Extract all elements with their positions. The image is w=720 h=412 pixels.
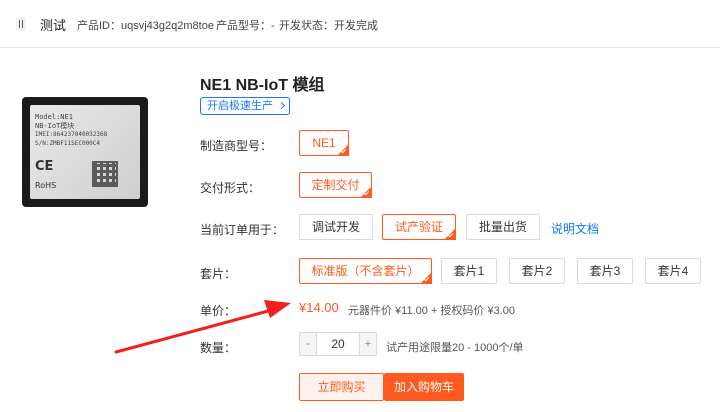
product-image: Model:NE1 NB-IoT模块 IMEI:864237040032368 … [22, 97, 148, 207]
option-debug-dev[interactable]: 调试开发 [299, 214, 373, 240]
add-to-cart-button[interactable]: 加入购物车 [384, 373, 464, 401]
chevron-right-icon [277, 101, 286, 110]
chip-model-text: Model:NE1 [35, 113, 73, 121]
decrement-button[interactable]: - [300, 333, 316, 355]
option-kit-2[interactable]: 套片2 [509, 258, 565, 284]
qr-code-icon [92, 161, 118, 187]
option-ne1[interactable]: NE1 [299, 130, 349, 156]
quantity-stepper: - + [299, 332, 377, 356]
product-id: 产品ID：uqsvj43g2q2m8toe [77, 20, 214, 32]
unit-price: ¥14.00 [299, 300, 339, 315]
quantity-input[interactable] [316, 333, 360, 355]
chip-type-text: NB-IoT模块 [35, 122, 75, 130]
documentation-link[interactable]: 说明文档 [551, 220, 599, 237]
delivery-label: 交付形式： [200, 181, 261, 195]
rohs-mark: RoHS [35, 181, 57, 190]
module-chip: Model:NE1 NB-IoT模块 IMEI:864237040032368 … [30, 105, 140, 199]
app-title: 测试 [40, 18, 67, 33]
manufacturer-model-label: 制造商型号： [200, 139, 273, 153]
order-use-label: 当前订单用于： [200, 223, 285, 237]
top-bar: 测试 产品ID：uqsvj43g2q2m8toe 产品型号：- 开发状态：开发完… [0, 0, 720, 48]
quantity-limit-note: 试产用途限量20 - 1000个/单 [386, 342, 524, 354]
product-title: NE1 NB-IoT 模组 [200, 77, 325, 94]
buy-now-button[interactable]: 立即购买 [299, 373, 384, 401]
fast-production-button[interactable]: 开启极速生产 [200, 97, 290, 115]
product-icon [16, 17, 26, 31]
chip-imei-text: IMEI:864237040032368 [35, 131, 108, 138]
quantity-label: 数量： [200, 341, 237, 355]
option-mass-shipment[interactable]: 批量出货 [466, 214, 540, 240]
product-model: 产品型号：- [216, 20, 275, 32]
price-breakdown: 元器件价 ¥11.00 + 授权码价 ¥3.00 [348, 305, 516, 317]
option-kit-3[interactable]: 套片3 [577, 258, 633, 284]
option-kit-4[interactable]: 套片4 [645, 258, 701, 284]
fast-production-label: 开启极速生产 [207, 100, 273, 112]
ce-mark-icon: CE [35, 159, 54, 174]
option-custom-delivery[interactable]: 定制交付 [299, 172, 372, 198]
dev-status: 开发状态：开发完成 [279, 20, 378, 32]
increment-button[interactable]: + [360, 333, 376, 355]
kit-label: 套片： [200, 267, 237, 281]
option-kit-standard[interactable]: 标准版（不含套片） [299, 258, 432, 284]
unit-price-label: 单价： [200, 304, 237, 318]
option-trial-production[interactable]: 试产验证 [382, 214, 456, 240]
chip-sn-text: S/N:ZMBF11SEC000C4 [35, 140, 101, 147]
option-kit-1[interactable]: 套片1 [441, 258, 497, 284]
